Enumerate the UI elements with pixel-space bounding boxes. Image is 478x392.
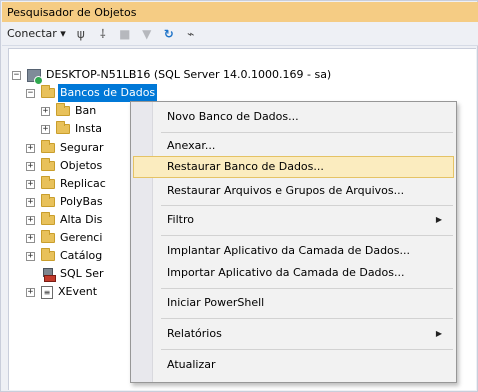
menu-item-filtro[interactable]: Filtro ▶ [133,209,454,231]
tree-node-system-databases[interactable]: + Ban [41,102,96,120]
menu-item-novo-banco[interactable]: Novo Banco de Dados... [133,106,454,128]
connect-dropdown-button[interactable]: Conectar ▾ [7,25,66,43]
tree-node-security[interactable]: + Segurar [26,139,104,157]
tree-node-label: PolyBas [60,195,103,208]
expand-toggle[interactable]: + [26,161,35,171]
collapse-toggle[interactable]: − [12,70,21,80]
disconnect-plug-icon[interactable]: ⸸ [96,25,110,43]
panel-title: Pesquisador de Objetos [7,6,137,19]
menu-item-atualizar[interactable]: Atualizar [133,354,454,376]
panel-titlebar[interactable]: Pesquisador de Objetos [2,2,478,22]
folder-icon [41,158,55,171]
menu-item-importar[interactable]: Importar Aplicativo da Camada de Dados..… [133,262,454,284]
tree-node-database-snapshots[interactable]: + Insta [41,120,102,138]
refresh-icon[interactable]: ↻ [162,25,176,43]
expand-toggle[interactable]: + [26,197,35,207]
connect-plug-icon[interactable]: ψ [74,25,88,43]
tree-node-label: XEvent [58,285,98,298]
tree-node-xevent[interactable]: + ≡ XEvent [26,283,97,301]
tree-node-label: Segurar [60,141,104,154]
expand-toggle[interactable]: + [26,179,35,189]
filter-icon[interactable]: ▼ [140,25,154,43]
tree-node-label: Replicac [60,177,106,190]
menu-separator [161,205,453,206]
tree-node-replication[interactable]: + Replicac [26,175,106,193]
menu-separator [161,318,453,319]
sql-agent-icon [41,267,56,282]
tree-node-label: SQL Ser [60,267,104,280]
expand-toggle[interactable]: + [26,251,35,261]
folder-icon [56,103,70,116]
tree-node-label: Catálog [60,249,103,262]
folder-icon [56,121,70,134]
tree-node-label: Bancos de Dados [58,84,158,102]
menu-item-powershell[interactable]: Iniciar PowerShell [133,292,454,314]
expand-toggle[interactable]: + [26,233,35,243]
menu-separator [161,349,453,350]
tree-node-label: DESKTOP-N51LB16 (SQL Server 14.0.1000.16… [46,68,332,81]
folder-icon [41,212,55,225]
object-explorer-panel: Pesquisador de Objetos Conectar ▾ ψ ⸸ ■ … [0,0,478,392]
menu-item-restaurar-banco[interactable]: Restaurar Banco de Dados... [133,156,454,178]
expand-toggle[interactable]: + [26,143,35,153]
tree-node-label: Gerenci [60,231,103,244]
folder-icon [41,194,55,207]
menu-separator [161,132,453,133]
menu-item-anexar[interactable]: Anexar... [133,135,454,157]
server-icon [27,68,43,85]
tree-node-label: Alta Dis [60,213,103,226]
tree-node-server-objects[interactable]: + Objetos [26,157,102,175]
folder-icon [41,85,55,98]
xevent-icon: ≡ [41,285,53,299]
submenu-arrow-icon: ▶ [435,215,442,224]
expand-toggle[interactable]: + [26,287,35,297]
tree-node-databases[interactable]: − Bancos de Dados [26,84,158,102]
expand-toggle[interactable]: + [41,124,50,134]
object-explorer-toolbar: Conectar ▾ ψ ⸸ ■ ▼ ↻ ⌁ [2,22,478,46]
menu-separator [161,235,453,236]
tree-node-label: Objetos [60,159,103,172]
tree-node-management[interactable]: + Gerenci [26,229,102,247]
tree-node-polybase[interactable]: + PolyBas [26,193,103,211]
menu-item-restaurar-arquivos[interactable]: Restaurar Arquivos e Grupos de Arquivos.… [133,180,454,202]
folder-icon [41,230,55,243]
stop-icon[interactable]: ■ [118,25,132,43]
tree-node-sql-agent[interactable]: SQL Ser [41,265,104,283]
activity-monitor-icon[interactable]: ⌁ [184,25,198,43]
menu-separator [161,288,453,289]
menu-item-label: Filtro [167,213,194,226]
expand-toggle[interactable]: + [41,106,50,116]
tree-node-label: Insta [75,122,103,135]
menu-item-label: Relatórios [167,327,222,340]
submenu-arrow-icon: ▶ [435,329,442,338]
folder-icon [41,140,55,153]
folder-icon [41,248,55,261]
tree-node-server[interactable]: − DESKTOP-N51LB16 (SQL Server 14.0.1000.… [12,66,332,85]
tree-node-label: Ban [75,104,97,117]
tree-node-always-on[interactable]: + Alta Dis [26,211,102,229]
menu-item-implantar[interactable]: Implantar Aplicativo da Camada de Dados.… [133,240,454,262]
collapse-toggle[interactable]: − [26,88,35,98]
tree-node-catalog[interactable]: + Catálog [26,247,102,265]
context-menu: Novo Banco de Dados... Anexar... Restaur… [130,101,457,383]
expand-toggle[interactable]: + [26,215,35,225]
menu-item-relatorios[interactable]: Relatórios ▶ [133,323,454,345]
folder-icon [41,176,55,189]
